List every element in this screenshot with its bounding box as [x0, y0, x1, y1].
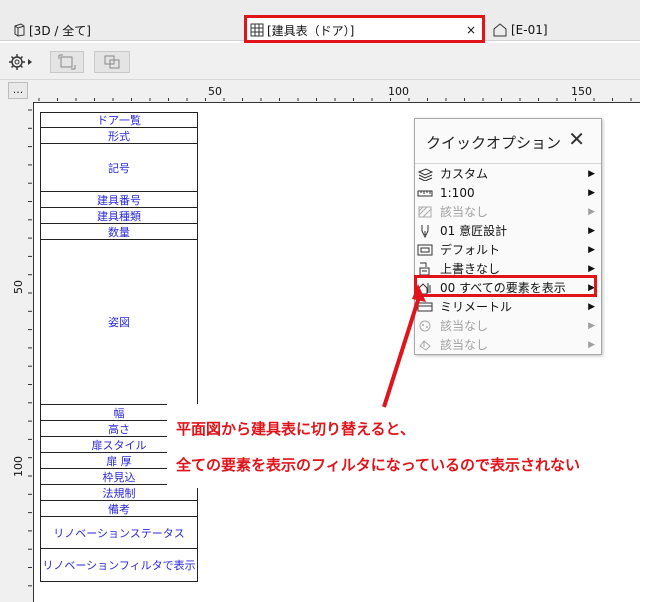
3d-view-icon: [14, 23, 25, 37]
chevron-right-icon: ▶: [588, 225, 595, 236]
tab-elevation[interactable]: [E-01]: [492, 20, 548, 40]
ruler-label-50: 50: [208, 85, 222, 98]
tab-label: [建具表（ドア）]: [267, 23, 355, 38]
option-label: ミリメートル: [440, 300, 513, 314]
chevron-right-icon: ▶: [588, 206, 595, 217]
option-scale[interactable]: 1:100 ▶: [417, 183, 599, 202]
vruler-label-50: 50: [12, 280, 25, 294]
schedule-row-renovation-status: リノベーションステータス: [40, 516, 198, 549]
option-layer-combination[interactable]: カスタム ▶: [417, 164, 599, 183]
option-model-view[interactable]: デフォルト ▶: [417, 240, 599, 259]
option-label: 該当なし: [440, 319, 489, 333]
panel-title: クイックオプション: [426, 134, 562, 152]
schedule-header-door-list: ドア一覧: [40, 112, 198, 128]
option-label: 該当なし: [440, 338, 489, 352]
tab-label: [E-01]: [511, 23, 548, 37]
scale-ruler-icon: [417, 186, 433, 200]
layers-icon: [417, 167, 433, 181]
schedule-row-door-kind: 建具種類: [40, 207, 198, 224]
option-partial-display-disabled: 該当なし ▶: [417, 335, 599, 354]
zoom-selection-button[interactable]: [94, 51, 130, 73]
override-icon: [417, 262, 433, 276]
option-label: 1:100: [440, 185, 475, 200]
horizontal-ruler: [33, 98, 640, 103]
option-structural-display-disabled: 該当なし ▶: [417, 316, 599, 335]
gear-icon: [9, 54, 32, 70]
chevron-right-icon: ▶: [588, 187, 595, 198]
model-view-icon: [417, 243, 433, 257]
tab-door-schedule[interactable]: [建具表（ドア）] ×: [250, 20, 482, 40]
highlight-box-renovation-filter: [414, 275, 597, 297]
schedule-row-renovation-filter: リノベーションフィルタで表示: [40, 548, 198, 582]
option-pen-set-disabled: 該当なし ▶: [417, 202, 599, 221]
option-label: 該当なし: [440, 205, 489, 219]
option-pen-set[interactable]: 01 意匠設計 ▶: [417, 221, 599, 240]
tab-3d-view[interactable]: [3D / 全て]: [12, 20, 91, 40]
close-icon[interactable]: ×: [466, 20, 476, 40]
annotation-background: [167, 404, 670, 488]
zoom-fit-button[interactable]: [50, 51, 84, 73]
chevron-right-icon: ▶: [588, 301, 595, 312]
tab-label: [3D / 全て]: [29, 23, 91, 38]
option-label: 01 意匠設計: [440, 224, 508, 238]
chevron-right-icon: ▶: [588, 168, 595, 179]
annotation-text-line2: 全ての要素を表示のフィルタになっているので表示されない: [176, 456, 580, 474]
ruler-options-button[interactable]: ...: [8, 82, 28, 99]
annotation-arrow: [382, 284, 426, 408]
schedule-row-quantity: 数量: [40, 223, 198, 240]
schedule-row-symbol: 記号: [40, 143, 198, 192]
chevron-right-icon: ▶: [588, 320, 595, 331]
pen-icon: [417, 224, 433, 238]
quick-options-button[interactable]: [6, 51, 36, 73]
quick-options-panel: クイックオプション ✕ カスタム ▶ 1:100 ▶ 該当なし ▶ 01 意匠設…: [414, 118, 602, 355]
fit-frame-icon: [58, 54, 76, 70]
schedule-row-figure: 姿図: [40, 239, 198, 405]
close-icon[interactable]: ✕: [568, 129, 585, 149]
schedule-row-door-number: 建具番号: [40, 191, 198, 208]
annotation-text-line1: 平面図から建具表に切り替えると、: [176, 420, 415, 438]
chevron-right-icon: ▶: [588, 244, 595, 255]
ruler-label-150: 150: [571, 85, 592, 98]
elevation-icon: [493, 23, 507, 37]
schedule-row-notes: 備考: [40, 500, 198, 517]
zoom-selection-icon: [104, 55, 120, 69]
chevron-right-icon: ▶: [588, 263, 595, 274]
toolbar: [0, 43, 640, 80]
option-label: デフォルト: [440, 243, 501, 257]
ruler-label-100: 100: [388, 85, 409, 98]
option-label: カスタム: [440, 167, 489, 181]
schedule-grid-icon: [250, 23, 264, 37]
chevron-right-icon: ▶: [588, 339, 595, 350]
option-dimension[interactable]: ミリメートル ▶: [417, 297, 599, 316]
vruler-label-100: 100: [12, 456, 25, 477]
schedule-row-type: 形式: [40, 127, 198, 144]
hatch-icon: [417, 205, 433, 219]
tab-bar: [3D / 全て] [建具表（ドア）] × [E-01]: [0, 0, 640, 43]
vertical-ruler: [28, 102, 34, 602]
